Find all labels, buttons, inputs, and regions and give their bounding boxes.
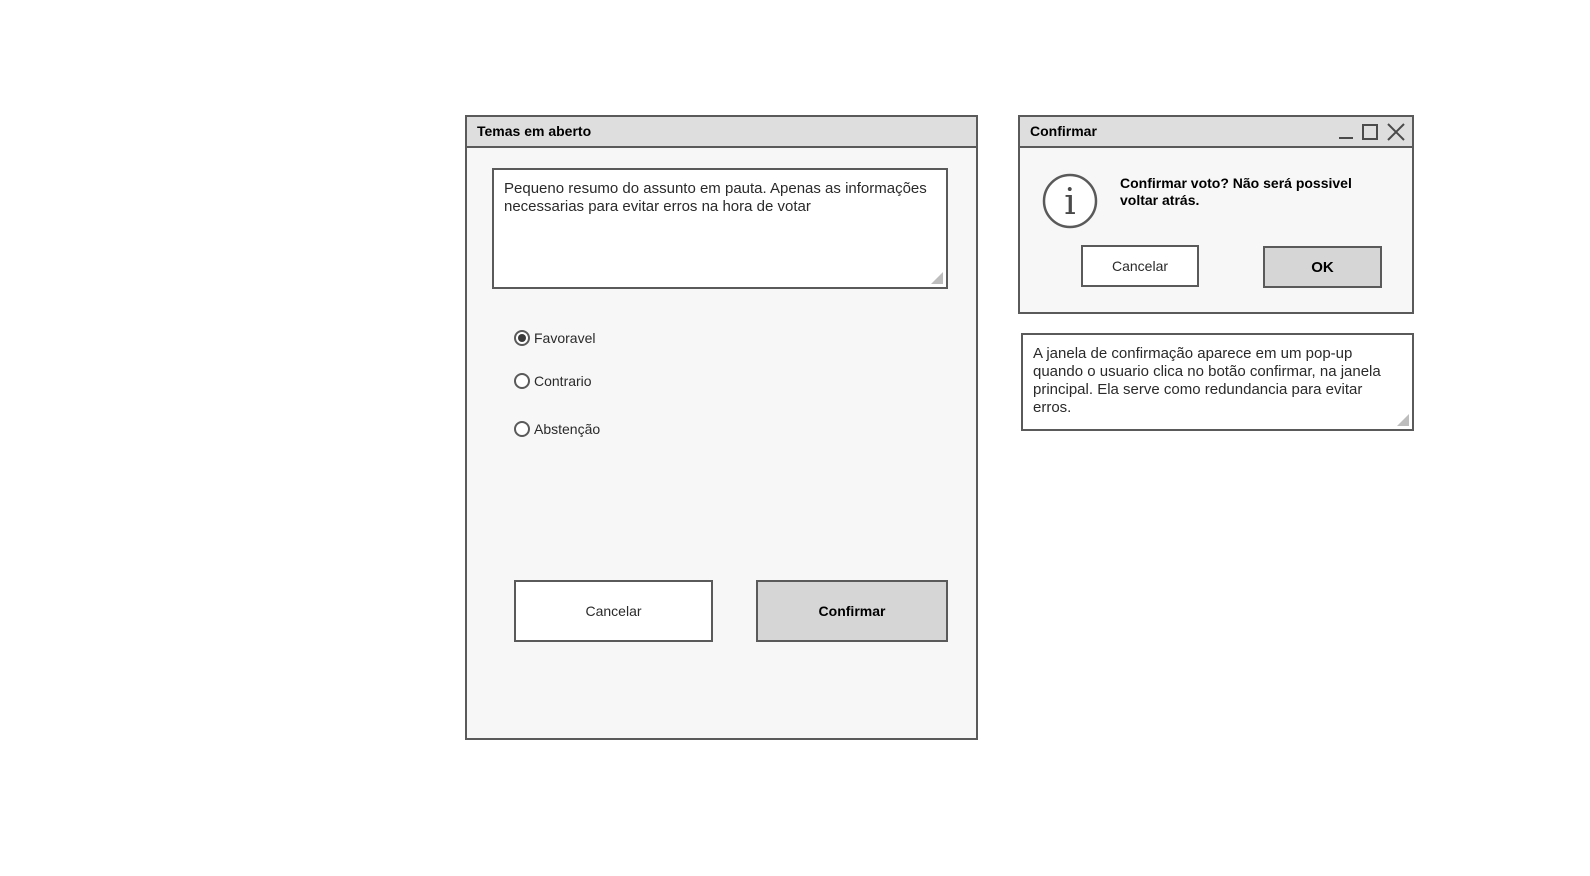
resize-grip-icon[interactable] [1397, 414, 1409, 426]
dialog-cancel-button[interactable]: Cancelar [1081, 245, 1199, 287]
radio-unselected-icon[interactable] [514, 373, 530, 389]
note-text: A janela de confirmação aparece em um po… [1033, 345, 1381, 416]
ok-button[interactable]: OK [1263, 246, 1382, 288]
window-controls [1338, 121, 1406, 143]
resize-grip-icon[interactable] [931, 272, 943, 284]
radio-contrario[interactable]: Contrario [514, 371, 592, 391]
summary-text: Pequeno resumo do assunto em pauta. Apen… [504, 180, 927, 215]
confirm-message: Confirmar voto? Não será possivel voltar… [1120, 175, 1352, 208]
radio-favoravel[interactable]: Favoravel [514, 328, 595, 348]
radio-unselected-icon[interactable] [514, 421, 530, 437]
minimize-icon[interactable] [1338, 124, 1354, 140]
radio-label-favoravel: Favoravel [534, 330, 596, 346]
confirm-button[interactable]: Confirmar [756, 580, 948, 642]
radio-label-contrario: Contrario [534, 373, 592, 389]
summary-textarea[interactable]: Pequeno resumo do assunto em pauta. Apen… [492, 168, 948, 289]
maximize-icon[interactable] [1362, 124, 1378, 140]
radio-abstencao[interactable]: Abstenção [514, 419, 600, 439]
close-icon[interactable] [1386, 122, 1406, 142]
svg-text:i: i [1064, 182, 1076, 223]
main-window-title: Temas em aberto [477, 123, 592, 139]
info-icon: i [1042, 173, 1098, 229]
confirm-dialog-title: Confirmar [1030, 123, 1097, 139]
radio-selected-icon[interactable] [514, 330, 530, 346]
main-window: Temas em aberto Pequeno resumo do assunt… [465, 115, 978, 740]
confirm-dialog-titlebar: Confirmar [1020, 117, 1412, 148]
confirm-dialog: Confirmar i Confirmar voto? Não será pos… [1018, 115, 1414, 314]
note-textarea[interactable]: A janela de confirmação aparece em um po… [1021, 333, 1414, 431]
cancel-button[interactable]: Cancelar [514, 580, 713, 642]
main-window-titlebar: Temas em aberto [467, 117, 976, 148]
radio-label-abstencao: Abstenção [534, 421, 601, 437]
